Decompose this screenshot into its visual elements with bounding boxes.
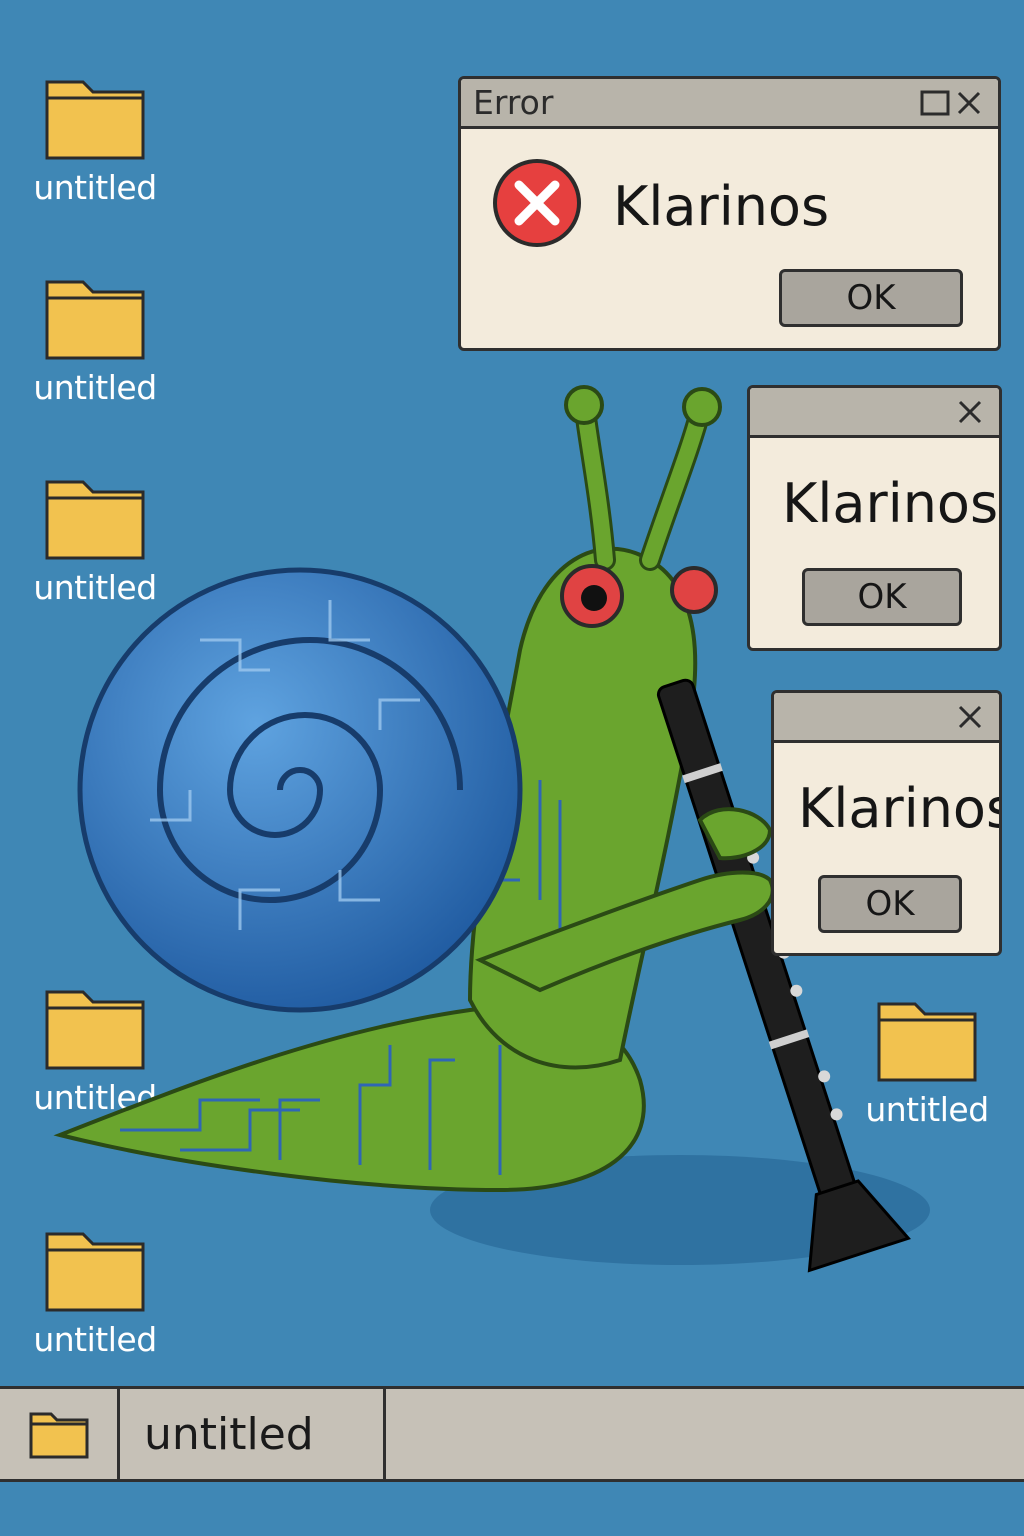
desktop-folder-label: untitled bbox=[865, 1090, 989, 1129]
dialog-titlebar[interactable]: Error bbox=[461, 79, 998, 129]
message-dialog: Klarinos OK bbox=[771, 690, 1002, 956]
folder-icon bbox=[877, 1002, 977, 1082]
desktop-folder-1[interactable]: untitled bbox=[30, 72, 160, 207]
snail-antenna-left-fill bbox=[577, 402, 613, 568]
error-icon bbox=[493, 159, 581, 247]
desktop-folder-2[interactable]: untitled bbox=[30, 272, 160, 407]
desktop-folder-label: untitled bbox=[33, 368, 157, 407]
folder-icon bbox=[29, 1412, 88, 1459]
dialog-titlebar[interactable] bbox=[750, 388, 999, 438]
folder-icon bbox=[45, 480, 145, 560]
folder-icon bbox=[45, 80, 145, 160]
desktop-folder-4[interactable]: untitled bbox=[30, 982, 160, 1117]
desktop-folder-label: untitled bbox=[33, 1320, 157, 1359]
close-icon bbox=[958, 705, 982, 728]
snail-eye-left bbox=[560, 564, 624, 628]
close-button[interactable] bbox=[953, 395, 987, 429]
desktop-folder-label: untitled bbox=[33, 168, 157, 207]
maximize-icon bbox=[920, 90, 950, 115]
folder-icon bbox=[45, 280, 145, 360]
desktop-folder-3[interactable]: untitled bbox=[30, 472, 160, 607]
error-dialog: Error Klarinos OK bbox=[458, 76, 1001, 351]
body-circuit-lines bbox=[120, 780, 562, 1175]
snail-antenna-right bbox=[639, 401, 711, 571]
start-button[interactable] bbox=[0, 1389, 120, 1479]
dialog-message: Klarinos bbox=[798, 777, 1002, 840]
snail-body bbox=[467, 546, 698, 1070]
snail-hand-upper bbox=[697, 807, 773, 861]
desktop-folder-label: untitled bbox=[33, 1078, 157, 1117]
shell-circuit-lines bbox=[150, 600, 420, 930]
dialog-message: Klarinos bbox=[613, 175, 830, 238]
taskbar: untitled bbox=[0, 1386, 1024, 1482]
dialog-title: Error bbox=[473, 83, 554, 122]
snail-eye-right bbox=[670, 566, 718, 614]
dialog-titlebar[interactable] bbox=[774, 693, 999, 743]
ok-button[interactable]: OK bbox=[818, 875, 962, 933]
desktop-folder-5[interactable]: untitled bbox=[30, 1224, 160, 1359]
close-button[interactable] bbox=[953, 700, 987, 734]
snail-antenna-left bbox=[574, 399, 616, 571]
snail-shadow bbox=[430, 1155, 930, 1265]
folder-icon bbox=[45, 990, 145, 1070]
desktop-folder-6[interactable]: untitled bbox=[862, 994, 992, 1129]
close-icon bbox=[957, 91, 981, 114]
ok-button[interactable]: OK bbox=[779, 269, 963, 327]
taskbar-item-untitled[interactable]: untitled bbox=[120, 1389, 386, 1479]
snail-arm bbox=[475, 870, 775, 993]
snail-shell bbox=[77, 567, 523, 1013]
close-icon bbox=[958, 400, 982, 423]
ok-button[interactable]: OK bbox=[802, 568, 962, 626]
maximize-button[interactable] bbox=[918, 86, 952, 120]
folder-icon bbox=[45, 1232, 145, 1312]
message-dialog: Klarinos OK bbox=[747, 385, 1002, 651]
shell-spiral bbox=[156, 637, 463, 903]
dialog-message: Klarinos bbox=[782, 472, 999, 535]
close-button[interactable] bbox=[952, 86, 986, 120]
desktop-folder-label: untitled bbox=[33, 568, 157, 607]
